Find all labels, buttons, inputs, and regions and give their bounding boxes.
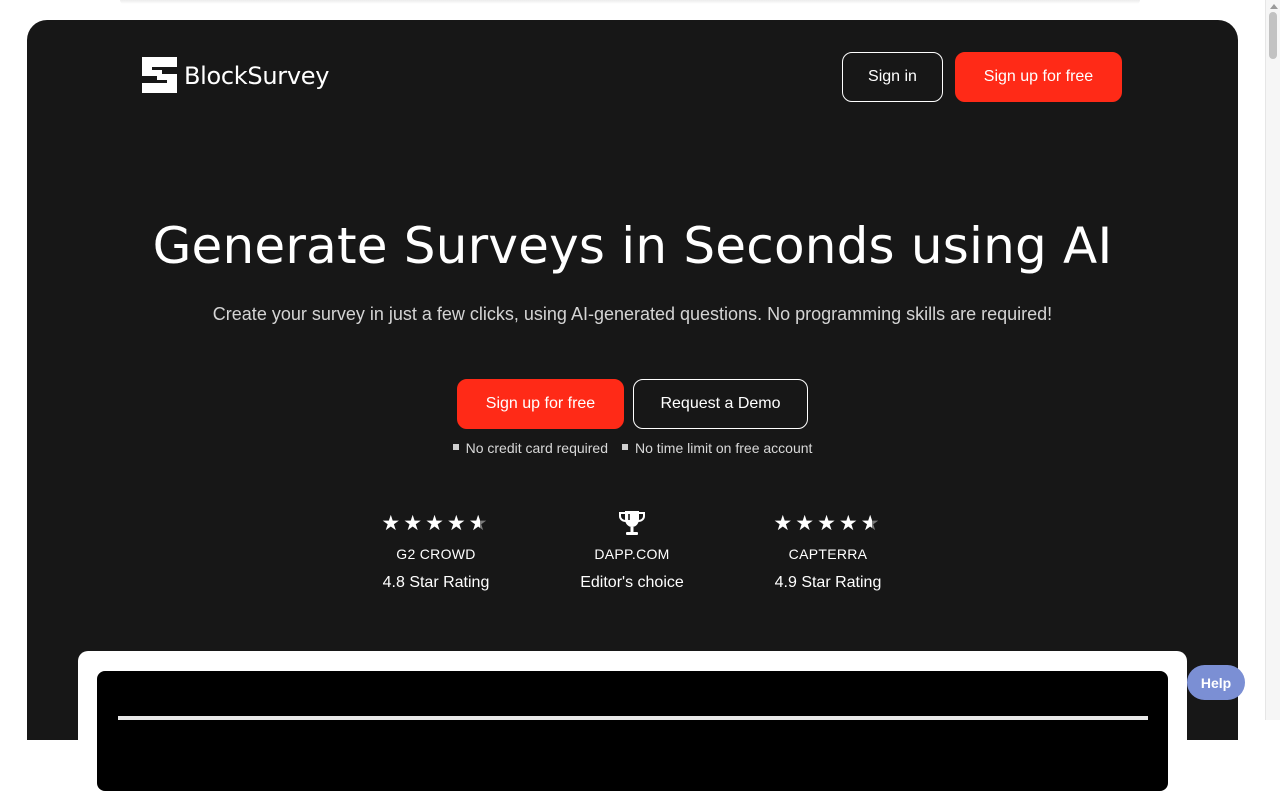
bullet-icon (452, 444, 459, 450)
page-title: Generate Surveys in Seconds using AI (152, 217, 1113, 275)
cta-notes: No credit card required No time limit on… (27, 440, 1238, 456)
star-rating-icon: ★ ★ ★ ★ ★ (748, 508, 908, 538)
trophy-icon (552, 508, 712, 538)
rating-text: Editor's choice (580, 574, 684, 591)
preview-window-bar (118, 716, 1148, 720)
sign-in-button[interactable]: Sign in (842, 52, 943, 102)
scroll-thumb[interactable] (1269, 12, 1277, 59)
note-text: No time limit on free account (635, 440, 813, 456)
blocksurvey-logo-icon (142, 57, 177, 93)
request-demo-button[interactable]: Request a Demo (633, 379, 808, 429)
help-button[interactable]: Help (1187, 665, 1245, 700)
star-rating-icon: ★ ★ ★ ★ ★ (356, 508, 516, 538)
note-item: No credit card required (452, 440, 608, 456)
note-text: No credit card required (465, 440, 608, 456)
scroll-up-arrow-icon[interactable] (1270, 4, 1278, 9)
page-subtitle: Create your survey in just a few clicks,… (212, 304, 1053, 324)
rating-source: DAPP.COM (594, 546, 670, 562)
rating-text: 4.9 Star Rating (774, 574, 882, 591)
top-edge (120, 0, 1140, 4)
rating-text: 4.8 Star Rating (382, 574, 490, 591)
rating-g2: ★★★★★ G2 CROWD 4.8 Star Rating (356, 508, 516, 592)
rating-source: CAPTERRA (788, 546, 868, 562)
sign-up-button[interactable]: Sign up for free (955, 52, 1122, 102)
rating-dapp: DAPP.COM Editor's choice (552, 508, 712, 592)
scrollbar[interactable] (1265, 0, 1280, 720)
bullet-icon (622, 444, 628, 450)
rating-source: G2 CROWD (396, 546, 476, 562)
note-item: No time limit on free account (622, 440, 812, 456)
rating-capterra: ★★★★★ CAPTERRA 4.9 Star Rating (748, 508, 908, 592)
preview-screen (97, 671, 1168, 791)
cta-sign-up-button[interactable]: Sign up for free (457, 379, 624, 429)
logo-text: BlockSurvey (184, 62, 330, 90)
product-preview (78, 651, 1187, 791)
logo[interactable]: BlockSurvey (142, 57, 329, 93)
hero-section: BlockSurvey Sign in Sign up for free Gen… (27, 20, 1238, 791)
